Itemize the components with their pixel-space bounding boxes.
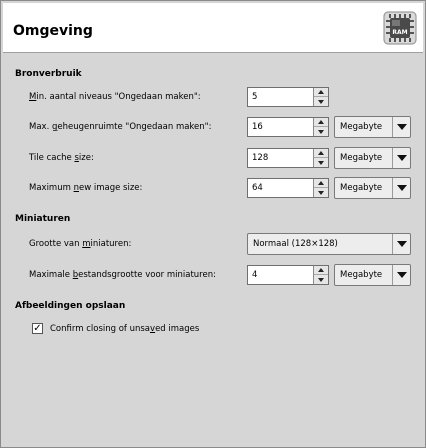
increment-button[interactable] xyxy=(314,118,328,127)
ram-chip-icon: RAM xyxy=(383,11,417,45)
dropdown-toggle[interactable] xyxy=(392,148,410,168)
section-thumbnails-title: Miniaturen xyxy=(15,214,71,224)
max-image-size-label: Maximum new image size: xyxy=(29,183,143,193)
max-image-size-value[interactable]: 64 xyxy=(252,183,263,193)
tile-cache-unit-select[interactable]: Megabyte xyxy=(334,147,411,169)
section-resources-title: Bronverbruik xyxy=(15,69,82,79)
max-thumbnail-file-label: Maximale bestandsgrootte voor miniaturen… xyxy=(29,270,216,280)
tile-cache-value[interactable]: 128 xyxy=(252,153,268,163)
ram-chip-text: RAM xyxy=(392,29,407,36)
unit-label: Megabyte xyxy=(340,270,383,280)
confirm-closing-label[interactable]: Confirm closing of unsaved images xyxy=(50,324,199,334)
arrow-up-icon xyxy=(318,120,324,124)
max-thumbnail-file-unit-select[interactable]: Megabyte xyxy=(334,264,411,286)
tile-cache-stepper[interactable] xyxy=(313,149,328,167)
chevron-down-icon xyxy=(396,155,407,161)
arrow-down-icon xyxy=(318,160,324,165)
max-thumbnail-file-stepper[interactable] xyxy=(313,266,328,284)
max-image-size-spinner[interactable]: 64 xyxy=(247,178,329,198)
thumbnail-size-select[interactable]: Normaal (128×128) xyxy=(247,233,411,255)
decrement-button[interactable] xyxy=(314,188,328,197)
tile-cache-spinner[interactable]: 128 xyxy=(247,148,329,168)
thumbnail-size-label: Grootte van miniaturen: xyxy=(29,239,132,249)
arrow-up-icon xyxy=(318,151,324,155)
undo-levels-spinner[interactable]: 5 xyxy=(247,87,329,107)
max-image-size-stepper[interactable] xyxy=(313,179,328,197)
chevron-down-icon xyxy=(396,241,407,247)
max-image-size-unit-select[interactable]: Megabyte xyxy=(334,177,411,199)
thumbnail-size-value: Normaal (128×128) xyxy=(253,239,338,249)
decrement-button[interactable] xyxy=(314,158,328,167)
page-title: Omgeving xyxy=(13,23,93,39)
unit-label: Megabyte xyxy=(340,153,383,163)
decrement-button[interactable] xyxy=(314,127,328,136)
dropdown-toggle[interactable] xyxy=(392,178,410,198)
dropdown-toggle[interactable] xyxy=(392,234,410,254)
arrow-down-icon xyxy=(318,99,324,104)
arrow-down-icon xyxy=(318,190,324,195)
confirm-closing-checkbox[interactable]: ✓ xyxy=(32,323,43,334)
unit-label: Megabyte xyxy=(340,183,383,193)
unit-label: Megabyte xyxy=(340,122,383,132)
undo-memory-spinner[interactable]: 16 xyxy=(247,117,329,137)
undo-memory-value[interactable]: 16 xyxy=(252,122,263,132)
max-thumbnail-file-spinner[interactable]: 4 xyxy=(247,265,329,285)
page-header: Omgeving RAM xyxy=(3,3,423,53)
chevron-down-icon xyxy=(396,124,407,130)
arrow-down-icon xyxy=(318,277,324,282)
dropdown-toggle[interactable] xyxy=(392,117,410,137)
undo-memory-label: Max. geheugenruimte "Ongedaan maken": xyxy=(29,122,212,132)
undo-levels-value[interactable]: 5 xyxy=(252,92,257,102)
increment-button[interactable] xyxy=(314,266,328,275)
undo-memory-unit-select[interactable]: Megabyte xyxy=(334,116,411,138)
undo-memory-stepper[interactable] xyxy=(313,118,328,136)
section-saving-title: Afbeeldingen opslaan xyxy=(15,301,126,311)
increment-button[interactable] xyxy=(314,179,328,188)
preferences-page: Omgeving RAM Bronverbruik Min. aantal ni… xyxy=(0,0,426,448)
arrow-up-icon xyxy=(318,90,324,94)
arrow-down-icon xyxy=(318,129,324,134)
undo-levels-label: Min. aantal niveaus "Ongedaan maken": xyxy=(29,92,201,102)
chevron-down-icon xyxy=(396,185,407,191)
max-thumbnail-file-value[interactable]: 4 xyxy=(252,270,257,280)
decrement-button[interactable] xyxy=(314,97,328,106)
arrow-up-icon xyxy=(318,181,324,185)
arrow-up-icon xyxy=(318,268,324,272)
increment-button[interactable] xyxy=(314,149,328,158)
chevron-down-icon xyxy=(396,272,407,278)
decrement-button[interactable] xyxy=(314,275,328,284)
dropdown-toggle[interactable] xyxy=(392,265,410,285)
increment-button[interactable] xyxy=(314,88,328,97)
undo-levels-stepper[interactable] xyxy=(313,88,328,106)
tile-cache-label: Tile cache size: xyxy=(29,153,94,163)
